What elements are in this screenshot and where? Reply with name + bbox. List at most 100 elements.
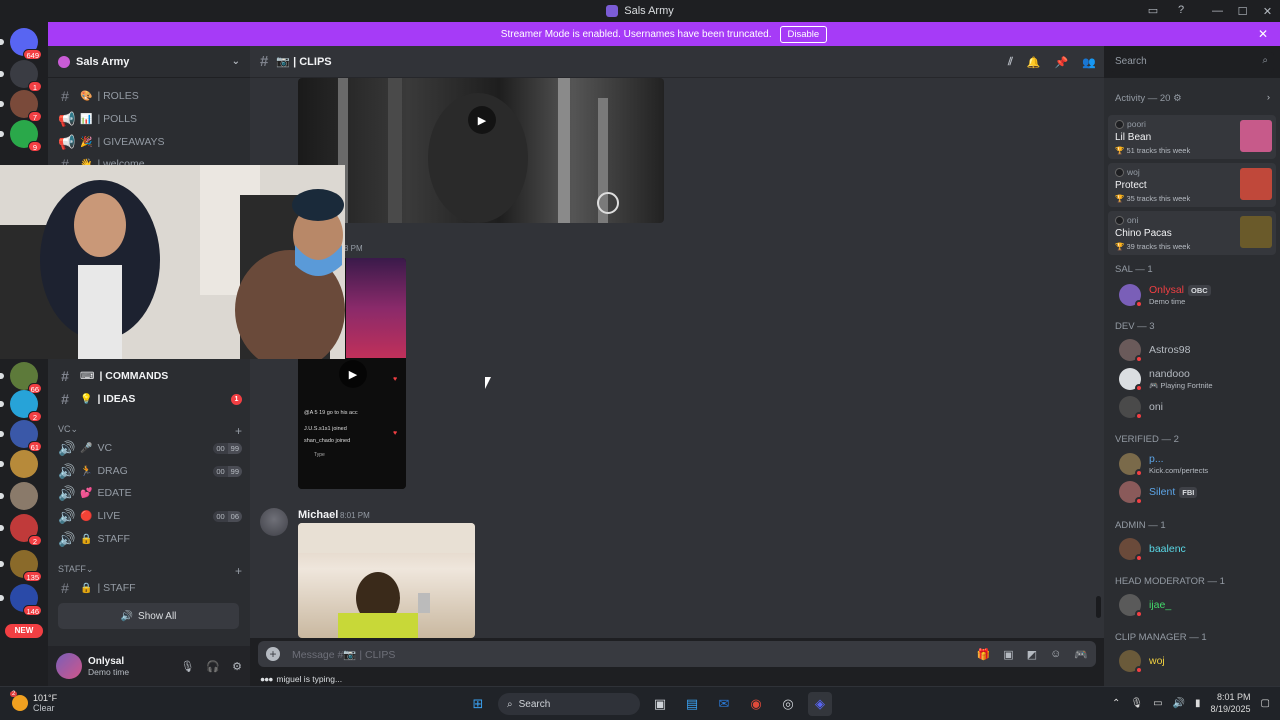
start-icon[interactable]: ⊞ bbox=[466, 692, 490, 716]
gif-icon[interactable]: ▣ bbox=[1003, 648, 1013, 661]
member-item[interactable]: Astros98 bbox=[1119, 337, 1275, 363]
add-attachment-icon[interactable]: + bbox=[266, 647, 280, 661]
server-header[interactable]: Sals Army ⌄ bbox=[48, 46, 250, 78]
discord-icon[interactable]: ◈ bbox=[808, 692, 832, 716]
channel-staff[interactable]: # 🔒 | STAFF bbox=[58, 578, 242, 598]
scrollbar[interactable] bbox=[1096, 596, 1101, 618]
activity-card[interactable]: woj Protect 🏆 35 tracks this week bbox=[1108, 163, 1276, 207]
member-item[interactable]: nandooo 🎮 Playing Fortnite bbox=[1119, 366, 1275, 392]
close-banner-icon[interactable]: ✕ bbox=[1258, 27, 1268, 41]
bell-icon[interactable]: 🔔 bbox=[1027, 56, 1041, 69]
activity-header[interactable]: Activity — 20 ⚙ › bbox=[1115, 92, 1275, 104]
channel-commands[interactable]: # ⌨ | COMMANDS bbox=[58, 366, 242, 386]
role-header: ADMIN — 1 bbox=[1115, 520, 1166, 531]
server-icon[interactable]: 66 bbox=[10, 362, 42, 394]
volume-icon[interactable]: 🔊 bbox=[1173, 698, 1185, 709]
channel-polls[interactable]: 📢 📊 | POLLS bbox=[58, 109, 242, 129]
unread-pill bbox=[0, 39, 4, 45]
composer-tools: 🎁 ▣ ◩ ☺ 🎮 bbox=[977, 648, 1088, 661]
members-icon[interactable]: 👥 bbox=[1082, 56, 1096, 69]
microphone-icon[interactable]: 🎙 bbox=[180, 660, 194, 673]
activity-card[interactable]: poori Lil Bean 🏆 51 tracks this week bbox=[1108, 115, 1276, 159]
message-list[interactable]: ▶ 8 PM @A 5 19 go to his acc J.U.S.s1s1 … bbox=[250, 78, 1104, 638]
voice-channel-live[interactable]: 🔊 🔴 LIVE 00 06 bbox=[58, 506, 242, 526]
role-header: SAL — 1 bbox=[1115, 264, 1153, 275]
gift-icon[interactable]: 🎁 bbox=[977, 648, 991, 661]
notification-icon[interactable]: ▢ bbox=[1261, 698, 1270, 709]
server-icon[interactable]: 2 bbox=[10, 514, 42, 546]
activity-card[interactable]: oni Chino Pacas 🏆 39 tracks this week bbox=[1108, 211, 1276, 255]
avatar bbox=[1119, 453, 1143, 477]
image-attachment[interactable] bbox=[298, 523, 475, 638]
gear-icon[interactable]: ⚙ bbox=[232, 660, 242, 673]
member-item[interactable]: p... Kick.com/pertects bbox=[1119, 451, 1275, 477]
voice-channel-drag[interactable]: 🔊 🏃 DRAG 00 99 bbox=[58, 461, 242, 481]
category-vc[interactable]: VC ⌄ + bbox=[58, 424, 242, 438]
server-icon[interactable]: 7 bbox=[10, 90, 42, 122]
member-item[interactable]: Onlysal OBC Demo time bbox=[1119, 282, 1275, 308]
show-all-button[interactable]: 🔊 Show All bbox=[58, 603, 239, 629]
play-icon[interactable]: ▶ bbox=[468, 106, 496, 134]
avatar bbox=[1119, 368, 1143, 392]
help-icon[interactable]: ? bbox=[1174, 3, 1188, 17]
member-item[interactable]: ijae_ bbox=[1119, 592, 1275, 618]
network-icon[interactable]: ▭ bbox=[1153, 698, 1162, 709]
channel-giveaways[interactable]: 📢 🎉 | GIVEAWAYS bbox=[58, 132, 242, 152]
apps-icon[interactable]: 🎮 bbox=[1074, 648, 1088, 661]
voice-channel-staff[interactable]: 🔊 🔒 STAFF bbox=[58, 529, 242, 549]
taskbar-search[interactable]: ⌕ Search bbox=[498, 693, 640, 715]
sticker-icon[interactable]: ◩ bbox=[1027, 648, 1037, 661]
inbox-icon[interactable]: ▭ bbox=[1146, 3, 1160, 17]
server-icon[interactable] bbox=[10, 482, 38, 510]
message-author[interactable]: Michael bbox=[298, 509, 338, 521]
server-icon[interactable] bbox=[10, 450, 38, 478]
weather-widget[interactable]: 2 101°F Clear bbox=[10, 691, 57, 713]
chevron-up-icon[interactable]: ⌃ bbox=[1112, 698, 1120, 709]
member-tag: FBI bbox=[1179, 487, 1198, 498]
server-icon[interactable]: 9 bbox=[10, 120, 42, 152]
task-view-icon[interactable]: ▣ bbox=[648, 692, 672, 716]
voice-channel-vc[interactable]: 🔊 🎤 VC 00 99 bbox=[58, 438, 242, 458]
add-channel-icon[interactable]: + bbox=[235, 424, 242, 438]
add-channel-icon[interactable]: + bbox=[235, 564, 242, 578]
outlook-icon[interactable]: ✉ bbox=[712, 692, 736, 716]
play-icon[interactable]: ▶ bbox=[339, 360, 367, 388]
message-input[interactable]: Message #📷 | CLIPS bbox=[292, 648, 395, 661]
channel-ideas[interactable]: # 💡 | IDEAS 1 bbox=[58, 389, 242, 409]
microphone-icon[interactable]: 🎙 bbox=[1130, 698, 1143, 709]
maximize-button[interactable]: ☐ bbox=[1230, 0, 1255, 22]
search-input[interactable]: Search ⌕ bbox=[1110, 52, 1274, 72]
server-icon[interactable]: 61 bbox=[10, 420, 42, 452]
video-attachment[interactable]: ▶ bbox=[298, 78, 664, 223]
github-icon[interactable]: ◎ bbox=[776, 692, 800, 716]
server-icon[interactable]: 2 bbox=[10, 390, 42, 422]
close-button[interactable]: ✕ bbox=[1255, 0, 1280, 22]
member-item[interactable]: baalenc bbox=[1119, 536, 1275, 562]
server-icon[interactable]: 649 bbox=[10, 28, 42, 60]
threads-icon[interactable]: ⫽ bbox=[1008, 56, 1013, 69]
avatar[interactable] bbox=[260, 508, 288, 536]
headphones-icon[interactable]: 🎧 bbox=[206, 660, 220, 673]
emoji-icon[interactable]: ☺ bbox=[1050, 648, 1061, 661]
server-icon[interactable]: 146 bbox=[10, 584, 42, 616]
role-header: CLIP MANAGER — 1 bbox=[1115, 632, 1207, 643]
voice-channel-edate[interactable]: 🔊 💕 EDATE bbox=[58, 483, 242, 503]
user-controls: 🎙 🎧 ⚙ bbox=[180, 660, 242, 673]
category-staff[interactable]: STAFF ⌄ + bbox=[58, 564, 242, 578]
minimize-button[interactable]: — bbox=[1205, 0, 1230, 22]
user-info[interactable]: Onlysal Demo time bbox=[88, 656, 129, 677]
server-icon[interactable]: 135 bbox=[10, 550, 42, 582]
member-item[interactable]: woj bbox=[1119, 648, 1275, 674]
pin-icon[interactable]: 📌 bbox=[1055, 56, 1069, 69]
store-icon[interactable]: ▤ bbox=[680, 692, 704, 716]
member-item[interactable]: Silent FBI bbox=[1119, 479, 1275, 505]
avatar[interactable] bbox=[56, 653, 82, 679]
chrome-icon[interactable]: ◉ bbox=[744, 692, 768, 716]
battery-icon[interactable]: ▮ bbox=[1195, 698, 1201, 709]
server-icon[interactable]: 1 bbox=[10, 60, 42, 92]
channel-roles[interactable]: # 🎨 | ROLES bbox=[58, 86, 242, 106]
member-item[interactable]: oni bbox=[1119, 394, 1275, 420]
clock[interactable]: 8:01 PM 8/19/2025 bbox=[1211, 691, 1251, 715]
disable-streamer-button[interactable]: Disable bbox=[779, 25, 828, 43]
unread-pill bbox=[0, 131, 4, 137]
